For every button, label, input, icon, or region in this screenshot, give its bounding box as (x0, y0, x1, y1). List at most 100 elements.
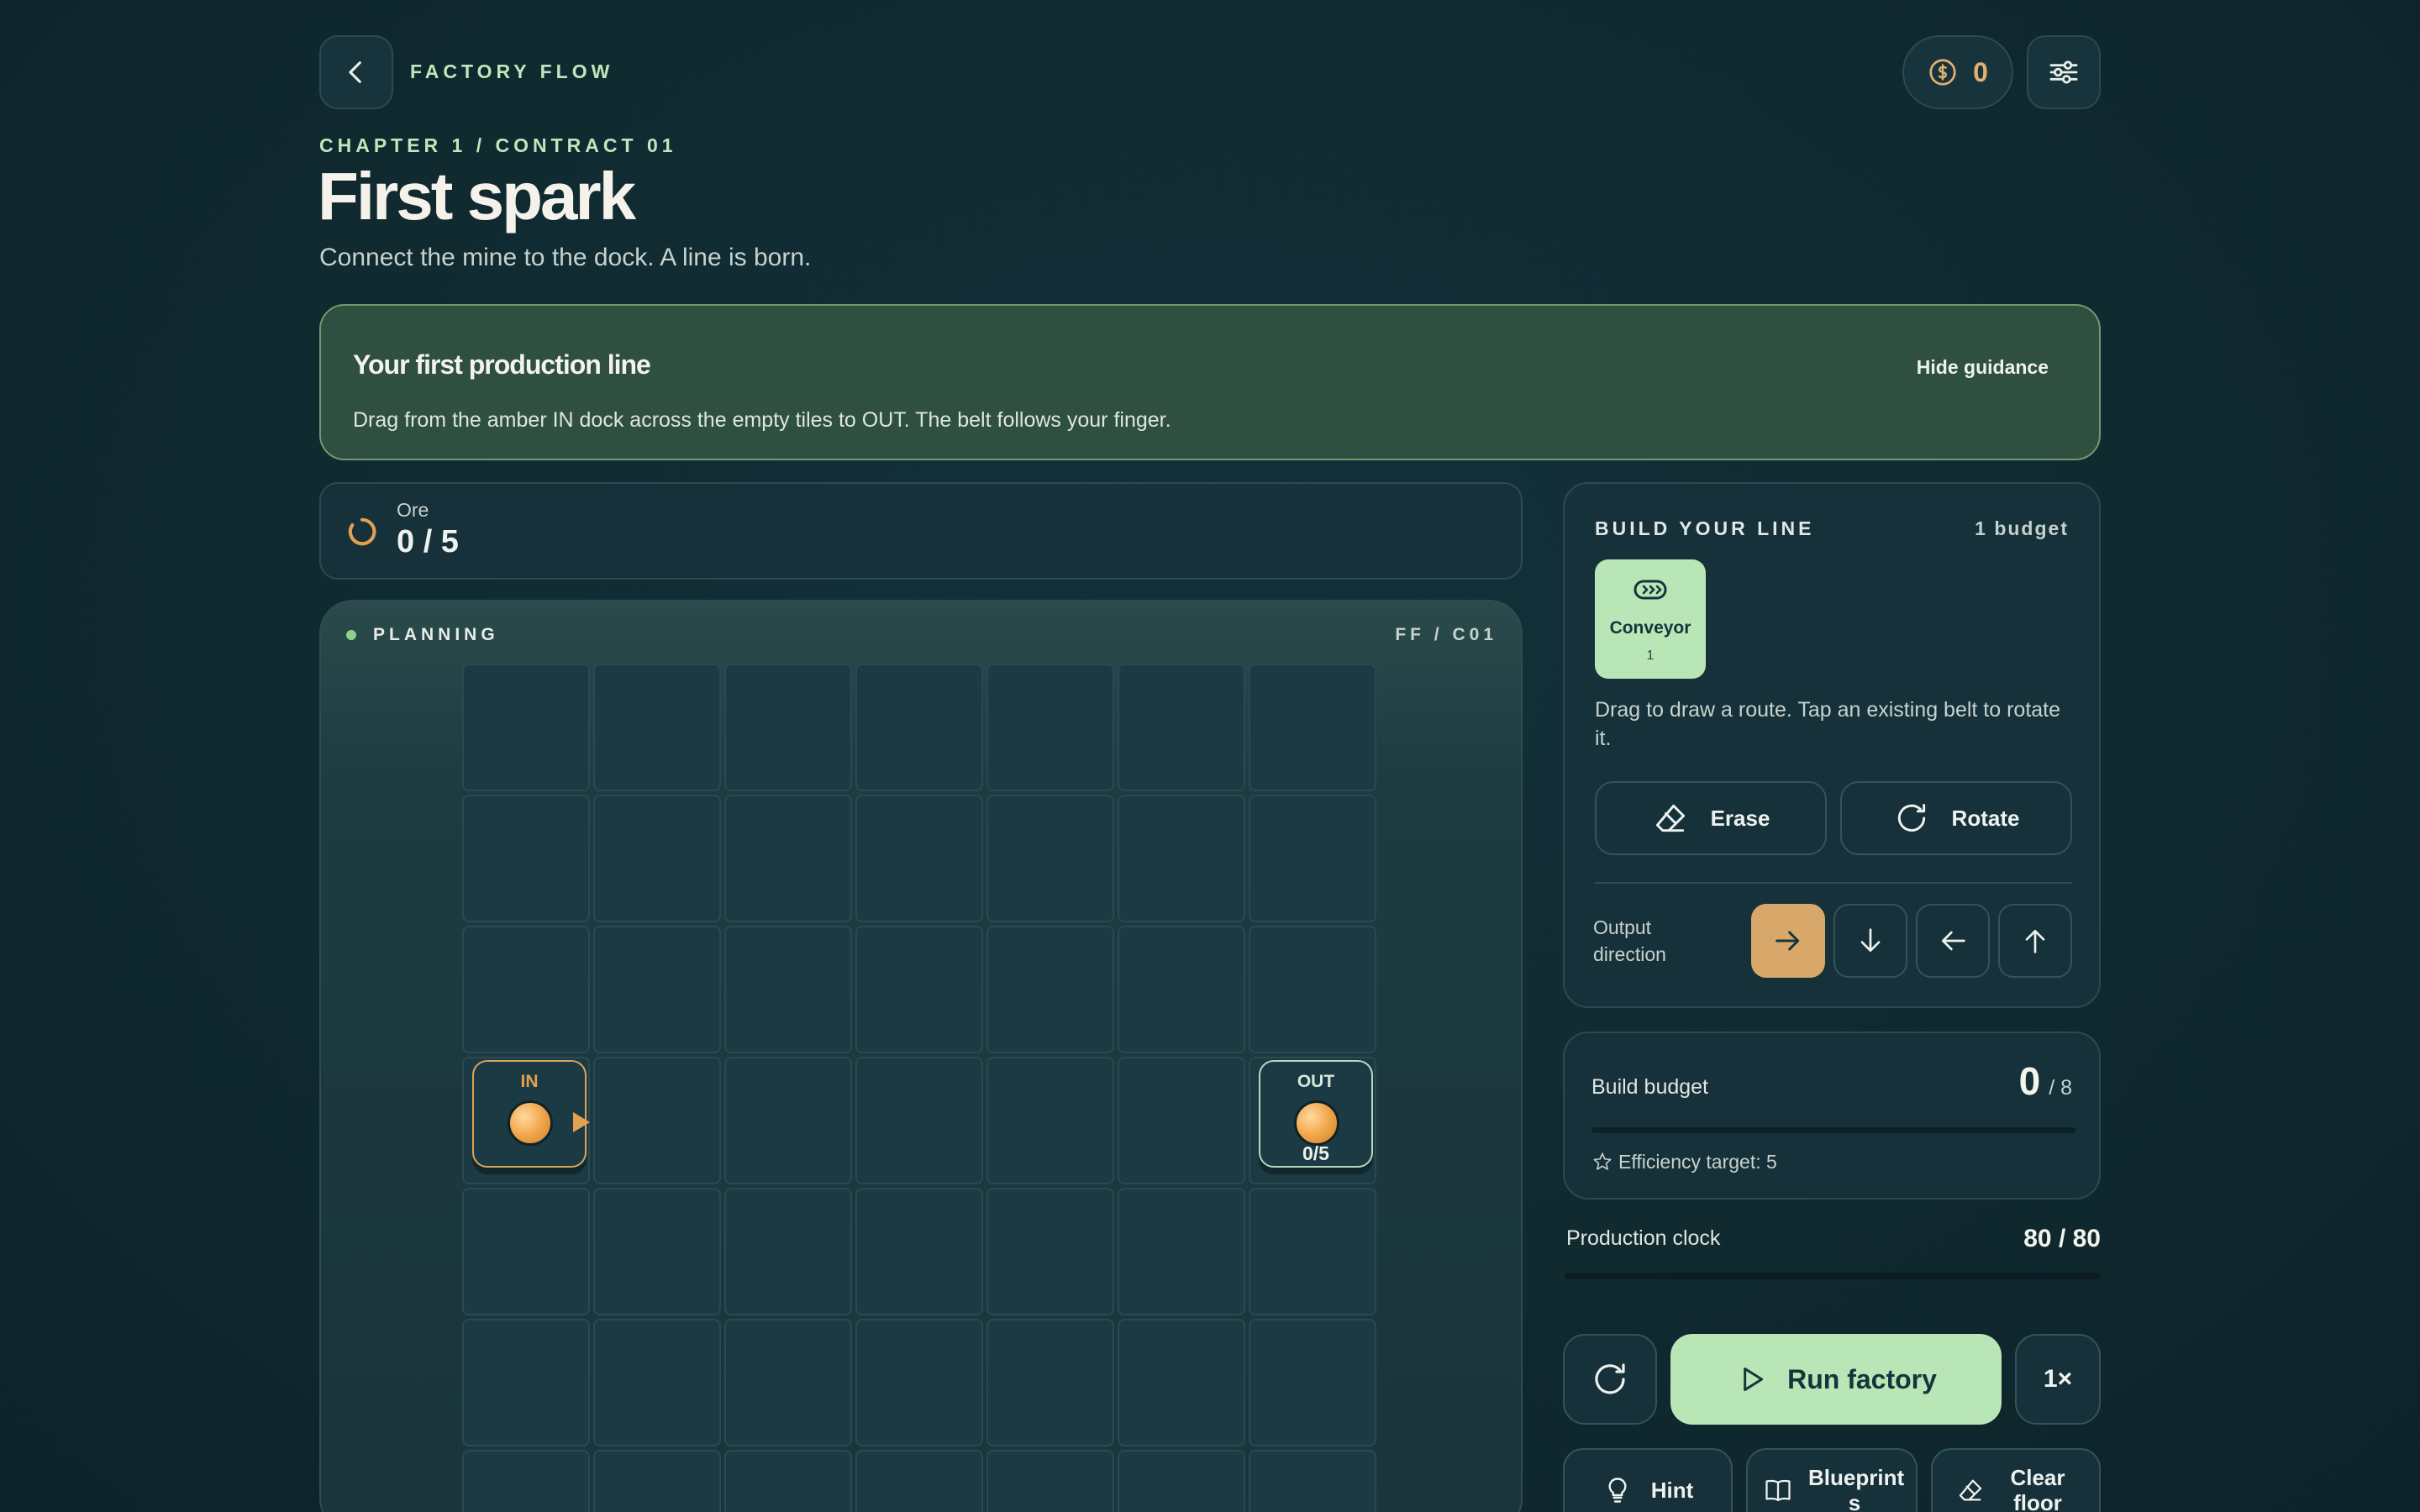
floor-tile[interactable] (986, 1450, 1114, 1512)
conveyor-icon (1634, 580, 1667, 600)
back-button[interactable] (319, 35, 393, 109)
floor-tile[interactable] (1118, 1188, 1245, 1315)
reset-button[interactable] (1563, 1334, 1657, 1425)
in-dock[interactable]: IN (472, 1060, 590, 1168)
ore-ring-icon (348, 517, 376, 546)
direction-right-button[interactable] (1751, 904, 1825, 978)
floor-tile[interactable] (724, 795, 852, 922)
floor-tile[interactable] (986, 795, 1114, 922)
floor-tile[interactable] (855, 926, 983, 1053)
floor-tile[interactable] (855, 1450, 983, 1512)
tile-grid (462, 664, 1386, 1512)
floor-tile[interactable] (1249, 1188, 1376, 1315)
floor-tile[interactable] (1249, 926, 1376, 1053)
floor-tile[interactable] (855, 795, 983, 922)
build-help: Drag to draw a route. Tap an existing be… (1595, 698, 2061, 750)
floor-tile[interactable] (724, 1450, 852, 1512)
floor-tile[interactable] (1249, 664, 1376, 791)
build-title: BUILD YOUR LINE (1595, 517, 1815, 539)
settings-button[interactable] (2027, 35, 2101, 109)
floor-tile[interactable] (724, 1319, 852, 1446)
direction-left-button[interactable] (1916, 904, 1990, 978)
floor-tile[interactable] (462, 1188, 590, 1315)
coin-count: 0 (1973, 56, 1988, 87)
out-dock[interactable]: OUT 0/5 (1259, 1060, 1373, 1168)
floor-tile[interactable] (593, 926, 721, 1053)
floor-tile[interactable] (1118, 664, 1245, 791)
floor-tile[interactable] (986, 664, 1114, 791)
floor-tile[interactable] (462, 1450, 590, 1512)
floor-tile[interactable] (855, 664, 983, 791)
floor-tile[interactable] (855, 1057, 983, 1184)
run-factory-button[interactable]: Run factory (1670, 1334, 2002, 1425)
clear-floor-label: Clear floor (2010, 1465, 2065, 1512)
budget-value: 0 / 8 (2019, 1058, 2072, 1104)
contract-eyebrow: CHAPTER 1 / CONTRACT 01 (319, 134, 677, 156)
direction-down-button[interactable] (1833, 904, 1907, 978)
rotate-button[interactable]: Rotate (1840, 781, 2072, 855)
run-factory-label: Run factory (1787, 1363, 1937, 1394)
floor-tile[interactable] (986, 1188, 1114, 1315)
divider (1595, 882, 2072, 884)
floor-tile[interactable] (593, 1319, 721, 1446)
floor-tile[interactable] (724, 664, 852, 791)
output-direction-label: Output direction (1593, 916, 1666, 965)
floor-tile[interactable] (1118, 1319, 1245, 1446)
floor-tile[interactable] (462, 926, 590, 1053)
floor-tile[interactable] (593, 795, 721, 922)
floor-tile[interactable] (986, 1057, 1114, 1184)
resource-bar: Ore 0 / 5 (319, 482, 1523, 580)
erase-button[interactable]: Erase (1595, 781, 1827, 855)
floor-tile[interactable] (724, 1057, 852, 1184)
floor-tile[interactable] (462, 664, 590, 791)
floor-tile[interactable] (1118, 795, 1245, 922)
floor-tile[interactable] (593, 1188, 721, 1315)
floor-tile[interactable] (593, 1057, 721, 1184)
floor-tile[interactable] (462, 1319, 590, 1446)
guidance-body: Drag from the amber IN dock across the e… (353, 408, 1171, 432)
conveyor-tool[interactable]: Conveyor 1 (1595, 559, 1706, 679)
out-dock-count: 0/5 (1302, 1142, 1329, 1164)
coins-counter[interactable]: 0 (1902, 35, 2013, 109)
clock-value: 80 / 80 (2023, 1225, 2101, 1252)
floor-tile[interactable] (1118, 1057, 1245, 1184)
blueprints-button[interactable]: Blueprint s (1746, 1448, 1918, 1512)
status-dot (346, 630, 356, 640)
direction-up-button[interactable] (1998, 904, 2072, 978)
floor-tile[interactable] (462, 795, 590, 922)
hint-button[interactable]: Hint (1563, 1448, 1733, 1512)
hint-label: Hint (1650, 1478, 1694, 1503)
floor-tile[interactable] (724, 926, 852, 1053)
floor-tile[interactable] (724, 1188, 852, 1315)
floor-tile[interactable] (1249, 1450, 1376, 1512)
floor-tile[interactable] (1118, 1450, 1245, 1512)
floor-tile[interactable] (986, 1319, 1114, 1446)
budget-total: / 8 (2049, 1076, 2072, 1100)
speed-label: 1× (2043, 1365, 2073, 1393)
efficiency-target: Efficiency target: 5 (1618, 1151, 1777, 1173)
build-budget-label: 1 budget (1975, 517, 2069, 539)
page-title: First spark (318, 159, 636, 234)
budget-used: 0 (2018, 1059, 2041, 1103)
play-icon (1744, 1368, 1764, 1391)
play-arrow-icon (573, 1112, 590, 1132)
clock-label: Production clock (1566, 1226, 1721, 1250)
hide-guidance-button[interactable]: Hide guidance (1917, 356, 2049, 379)
floor-tile[interactable] (1249, 1319, 1376, 1446)
rotate-label: Rotate (1951, 805, 2020, 831)
book-icon (1765, 1479, 1791, 1502)
clear-floor-button[interactable]: Clear floor (1931, 1448, 2101, 1512)
rotate-icon (1897, 803, 1925, 832)
speed-button[interactable]: 1× (2015, 1334, 2101, 1425)
star-icon (1593, 1152, 1612, 1170)
floor-tile[interactable] (1118, 926, 1245, 1053)
floor-tile[interactable] (593, 1450, 721, 1512)
floor-tile[interactable] (1249, 795, 1376, 922)
arrow-up-icon (2025, 930, 2045, 953)
floor-tile[interactable] (855, 1188, 983, 1315)
factory-board: PLANNING FF / C01 IN OUT 0/5 (319, 600, 1523, 1512)
floor-tile[interactable] (986, 926, 1114, 1053)
floor-tile[interactable] (593, 664, 721, 791)
erase-label: Erase (1710, 805, 1770, 831)
floor-tile[interactable] (855, 1319, 983, 1446)
